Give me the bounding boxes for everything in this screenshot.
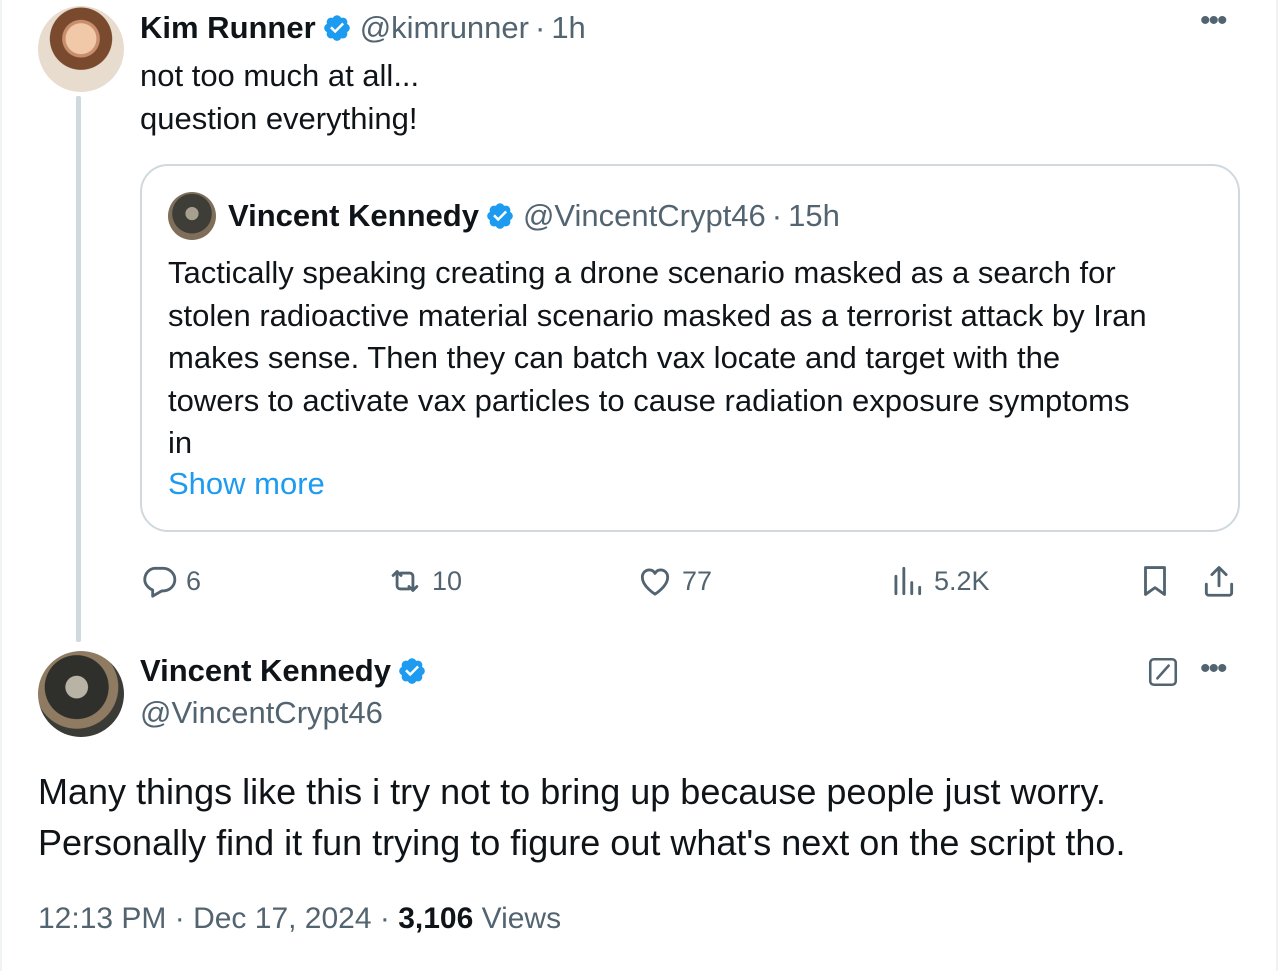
reply-button[interactable]: 6: [140, 560, 201, 602]
like-button[interactable]: 77: [636, 560, 712, 602]
reply-count: 6: [186, 565, 202, 596]
heart-icon: [640, 568, 670, 596]
edit-icon[interactable]: [1146, 655, 1180, 689]
main-author-handle[interactable]: @VincentCrypt46: [140, 695, 383, 731]
tweet-views-count: 3,106: [398, 902, 474, 935]
quoted-author-name: Vincent Kennedy: [228, 198, 479, 233]
quoted-author-handle: @VincentCrypt46: [522, 198, 766, 233]
reply-text-line: question everything!: [140, 101, 418, 136]
reply-text: not too much at all... question everythi…: [140, 54, 419, 140]
tweet-views-label: Views: [473, 902, 562, 935]
reply-author-handle[interactable]: @kimrunner: [360, 10, 529, 46]
quoted-text-line: towers to activate vax particles to caus…: [168, 382, 1130, 418]
main-author-row: Vincent Kennedy: [140, 650, 435, 692]
quoted-text-line: makes sense. Then they can batch vax loc…: [168, 340, 1061, 375]
main-text-line: Personally find it fun trying to figure …: [38, 822, 1126, 863]
main-more-button[interactable]: •••: [1200, 654, 1227, 684]
reply-more-button[interactable]: •••: [1200, 6, 1227, 36]
main-tweet-text: Many things like this i try not to bring…: [38, 766, 1125, 868]
quoted-text: Tactically speaking creating a drone sce…: [168, 252, 1228, 465]
tweet-timestamp[interactable]: 12:13 PM · Dec 17, 2024 ·: [38, 902, 398, 935]
repost-icon: [391, 570, 419, 592]
thread-line: [76, 96, 81, 642]
quoted-header: Vincent Kennedy @VincentCrypt46 · 15h: [228, 196, 840, 236]
verified-badge-icon: [487, 203, 513, 229]
main-text-line: Many things like this i try not to bring…: [38, 771, 1106, 812]
reply-tweet: Kim Runner @kimrunner · 1h ••• not too m…: [0, 0, 1280, 642]
views-button[interactable]: 5.2K: [888, 560, 990, 602]
reply-header: Kim Runner @kimrunner · 1h: [140, 8, 586, 48]
main-author-name[interactable]: Vincent Kennedy: [140, 653, 391, 689]
share-button[interactable]: [1200, 560, 1238, 602]
reply-text-line: not too much at all...: [140, 58, 420, 93]
repost-button[interactable]: 10: [386, 560, 462, 602]
bookmark-icon: [1144, 566, 1166, 596]
quoted-text-line: in: [168, 425, 193, 460]
reply-time[interactable]: 1h: [551, 10, 585, 46]
reply-icon: [143, 566, 177, 598]
repost-count: 10: [432, 565, 463, 596]
separator-dot: ·: [771, 198, 783, 233]
avatar-kim-runner[interactable]: [38, 6, 124, 92]
quoted-text-line: stolen radioactive material scenario mas…: [168, 297, 1147, 333]
like-count: 77: [682, 565, 713, 596]
quoted-tweet-card[interactable]: Vincent Kennedy @VincentCrypt46 · 15h Ta…: [140, 164, 1240, 532]
reply-author-name[interactable]: Kim Runner: [140, 10, 316, 46]
share-icon: [1204, 566, 1234, 597]
verified-badge-icon: [399, 658, 425, 684]
avatar-vincent-kennedy-small: [168, 192, 216, 240]
reply-action-bar: 6 10 77 5.2K: [140, 560, 1240, 602]
show-more-link[interactable]: Show more: [168, 466, 325, 502]
analytics-icon: [894, 566, 922, 596]
tweet-metadata: 12:13 PM · Dec 17, 2024 · 3,106 Views: [38, 902, 561, 936]
quoted-text-line: Tactically speaking creating a drone sce…: [168, 255, 1116, 290]
separator-dot: ·: [534, 10, 546, 45]
avatar-vincent-kennedy[interactable]: [38, 651, 124, 737]
quoted-time: 15h: [788, 198, 840, 233]
verified-badge-icon: [323, 15, 350, 41]
bookmark-button[interactable]: [1136, 560, 1174, 602]
views-count: 5.2K: [934, 565, 990, 596]
